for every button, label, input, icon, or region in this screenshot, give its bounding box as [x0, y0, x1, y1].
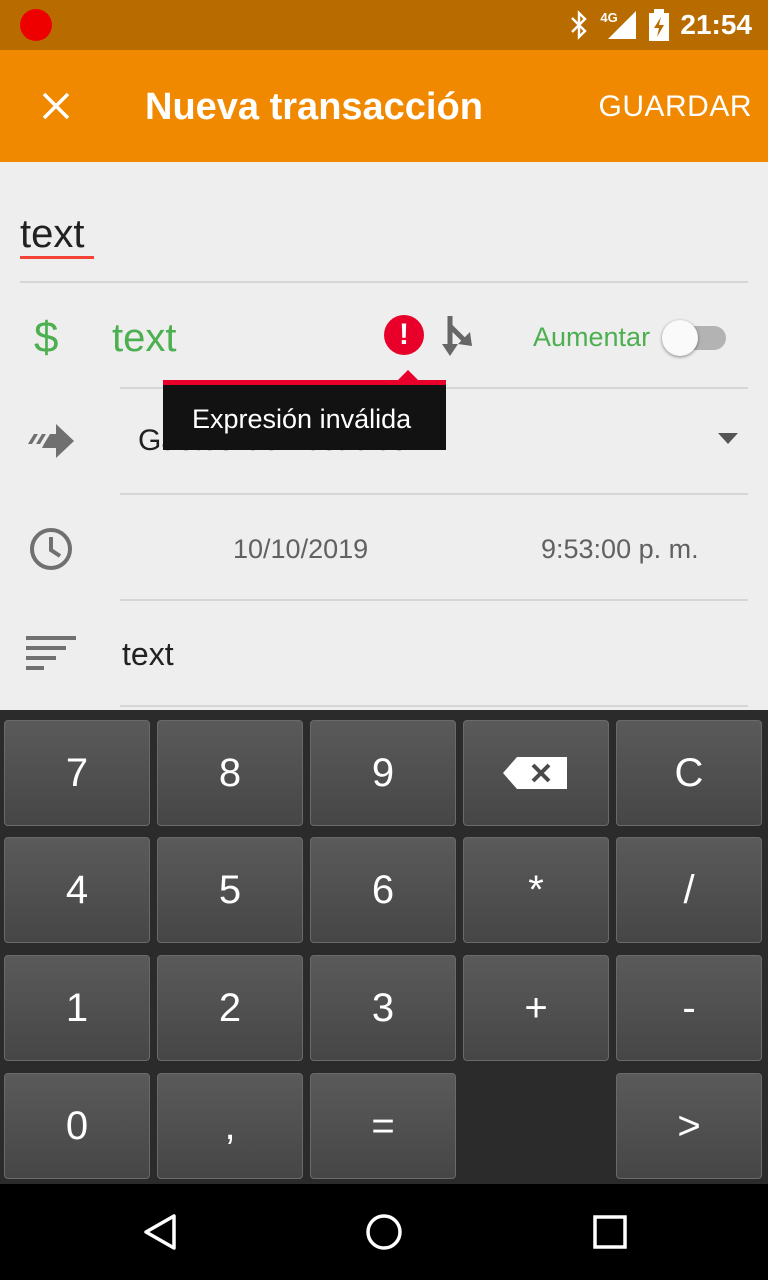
network-type: 4G: [600, 10, 618, 25]
time-field[interactable]: 9:53:00 p. m.: [541, 534, 699, 565]
home-circle-icon: [366, 1214, 402, 1250]
key-4[interactable]: 4: [4, 837, 150, 943]
back-button[interactable]: [140, 1212, 180, 1252]
increase-toggle[interactable]: [662, 320, 728, 356]
key-backspace[interactable]: [463, 720, 609, 826]
key-5[interactable]: 5: [157, 837, 303, 943]
key-9[interactable]: 9: [310, 720, 456, 826]
amount-input[interactable]: text: [112, 316, 176, 361]
backspace-icon: [503, 757, 567, 789]
divider: [120, 599, 748, 601]
chevron-down-icon[interactable]: [718, 433, 738, 444]
currency-symbol[interactable]: $: [34, 313, 58, 363]
close-icon: [42, 92, 70, 120]
split-transaction-icon[interactable]: [436, 312, 476, 358]
key-clear[interactable]: C: [616, 720, 762, 826]
error-tooltip: Expresión inválida: [163, 370, 446, 450]
key-1[interactable]: 1: [4, 955, 150, 1061]
system-nav-bar: [0, 1184, 768, 1280]
signal-4g-icon: 4G: [600, 9, 638, 41]
key-6[interactable]: 6: [310, 837, 456, 943]
key-divide[interactable]: /: [616, 837, 762, 943]
toggle-thumb: [662, 320, 698, 356]
back-triangle-icon: [144, 1214, 176, 1250]
calculator-keypad: 7 8 9 C 4 5 6 * / 1 2 3 + - 0 , = >: [0, 710, 768, 1184]
app-toolbar: Nueva transacción GUARDAR: [0, 50, 768, 162]
save-button[interactable]: GUARDAR: [598, 90, 752, 124]
divider: [20, 281, 748, 283]
page-title: Nueva transacción: [145, 86, 483, 128]
spellcheck-underline: [20, 256, 94, 259]
status-icons: 4G 21:54: [568, 0, 752, 50]
close-button[interactable]: [30, 80, 82, 132]
key-decimal[interactable]: ,: [157, 1073, 303, 1179]
clock-time: 21:54: [680, 9, 752, 40]
key-8[interactable]: 8: [157, 720, 303, 826]
key-2[interactable]: 2: [157, 955, 303, 1061]
clock-icon: [28, 526, 74, 572]
increase-label: Aumentar: [533, 322, 651, 352]
key-equals[interactable]: =: [310, 1073, 456, 1179]
recents-square-icon: [593, 1215, 627, 1249]
status-bar: 4G 21:54: [0, 0, 768, 50]
recording-indicator-icon: [20, 9, 52, 41]
tooltip-message: Expresión inválida: [192, 404, 412, 434]
notes-icon: [26, 636, 78, 670]
date-field[interactable]: 10/10/2019: [233, 534, 368, 565]
divider: [120, 493, 748, 495]
key-7[interactable]: 7: [4, 720, 150, 826]
bluetooth-icon: [568, 10, 590, 40]
key-plus[interactable]: +: [463, 955, 609, 1061]
error-icon: !: [384, 315, 424, 355]
description-input[interactable]: text: [20, 212, 84, 257]
key-3[interactable]: 3: [310, 955, 456, 1061]
key-0[interactable]: 0: [4, 1073, 150, 1179]
key-next[interactable]: >: [616, 1073, 762, 1179]
battery-charging-icon: [648, 9, 670, 41]
key-minus[interactable]: -: [616, 955, 762, 1061]
notes-input[interactable]: text: [122, 636, 174, 673]
recents-button[interactable]: [590, 1212, 630, 1252]
home-button[interactable]: [364, 1212, 404, 1252]
divider: [120, 705, 748, 707]
tooltip-arrow: [398, 370, 418, 380]
transfer-account-icon: [26, 420, 76, 462]
tooltip-accent-bar: [163, 380, 446, 385]
key-multiply[interactable]: *: [463, 837, 609, 943]
